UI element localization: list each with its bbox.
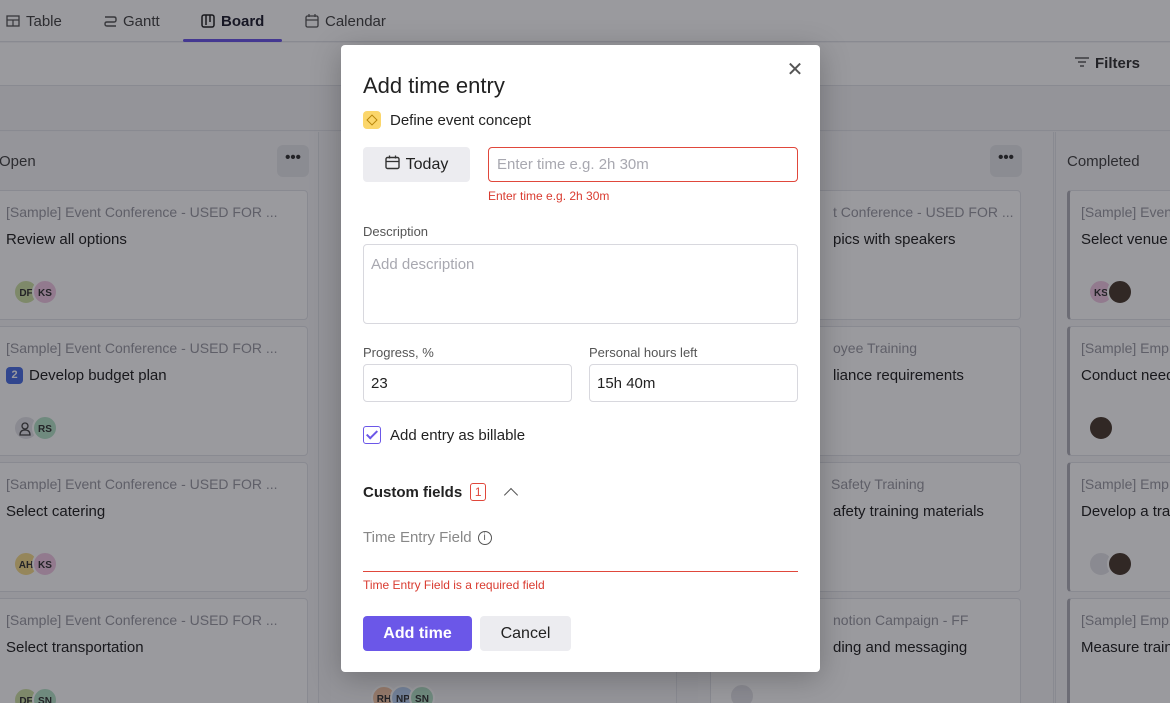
calendar-icon — [384, 155, 400, 175]
hours-left-label: Personal hours left — [589, 345, 698, 360]
dialog-title: Add time entry — [363, 73, 505, 98]
custom-fields-count-badge: 1 — [470, 483, 487, 501]
description-label: Description — [363, 224, 429, 239]
add-time-button[interactable]: Add time — [363, 616, 472, 651]
billable-option[interactable]: Add entry as billable — [363, 426, 525, 444]
task-reference: Define event concept — [363, 111, 531, 129]
time-error-message: Enter time e.g. 2h 30m — [488, 189, 610, 203]
info-icon[interactable]: i — [477, 530, 492, 545]
chevron-up-icon — [504, 487, 519, 503]
description-field[interactable] — [363, 244, 798, 324]
time-entry-field-label: Time Entry Field i — [363, 529, 492, 546]
date-picker-button[interactable]: Today — [363, 147, 470, 182]
progress-label: Progress, % — [363, 345, 434, 360]
time-entry-field-error: Time Entry Field is a required field — [363, 578, 545, 592]
task-name: Define event concept — [390, 111, 531, 129]
progress-field[interactable] — [363, 364, 572, 402]
hours-left-field[interactable] — [589, 364, 798, 402]
time-entry-field-input[interactable] — [363, 571, 798, 572]
time-input[interactable] — [488, 147, 798, 182]
close-icon[interactable]: ✕ — [786, 60, 804, 80]
add-time-entry-dialog: ✕ Add time entry Define event concept To… — [341, 45, 820, 672]
custom-fields-toggle[interactable]: Custom fields 1 — [363, 483, 519, 503]
task-diamond-icon — [363, 111, 381, 129]
billable-checkbox[interactable] — [363, 426, 381, 444]
cancel-button[interactable]: Cancel — [480, 616, 571, 651]
